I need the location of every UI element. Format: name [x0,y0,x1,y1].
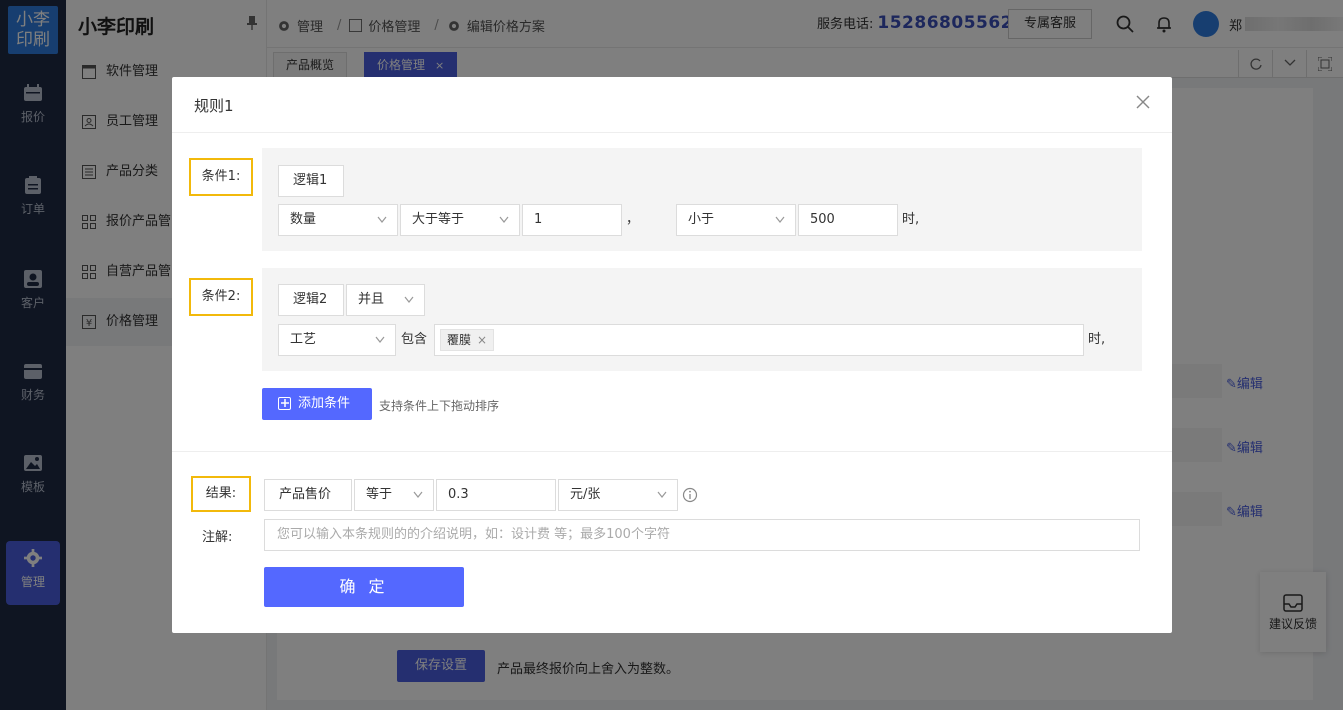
tag-label: 覆膜 [447,333,472,347]
select-value: 元/张 [570,487,601,502]
condition-2-panel: 逻辑2 并且 工艺 包含 覆膜 × 时, [262,268,1142,371]
dialog-header: 规则1 [172,77,1172,133]
logic-1-button[interactable]: 逻辑1 [278,165,344,197]
result-operator-select[interactable]: 等于 [354,479,434,511]
chevron-down-icon [404,296,414,303]
condition-suffix: 时, [1088,332,1106,347]
select-value: 数量 [290,212,317,227]
comma-separator: ， [626,212,640,227]
condition-2-tags-select[interactable]: 覆膜 × [434,324,1084,356]
condition-1-operator-select[interactable]: 大于等于 [400,204,520,236]
tag-close-icon[interactable]: × [477,333,487,347]
drag-sort-hint: 支持条件上下拖动排序 [379,399,500,413]
result-label: 结果: [191,476,251,512]
logic-join-select[interactable]: 并且 [346,284,425,316]
condition-1-panel: 逻辑1 数量 大于等于 1 ， 小于 500 时, [262,148,1142,251]
close-icon[interactable] [1136,95,1150,109]
rule-dialog: 规则1 条件1: 逻辑1 数量 大于等于 1 ， 小于 500 时, 条件2: … [172,77,1172,633]
tag-chip: 覆膜 × [440,329,495,351]
result-unit-select[interactable]: 元/张 [558,479,678,511]
confirm-button[interactable]: 确 定 [264,567,464,607]
section-divider [172,451,1172,452]
condition-suffix: 时, [902,212,920,227]
chevron-down-icon [377,216,387,223]
chevron-down-icon [775,216,785,223]
condition-1-label: 条件1: [189,158,253,196]
note-label: 注解: [202,530,233,545]
select-value: 等于 [366,487,393,502]
contains-label: 包含 [401,332,428,347]
result-value-input[interactable]: 0.3 [436,479,556,511]
select-value: 小于 [688,212,715,227]
select-value: 大于等于 [412,212,465,227]
result-target-field[interactable]: 产品售价 [264,479,352,511]
dialog-title: 规则1 [194,97,234,115]
chevron-down-icon [413,491,423,498]
add-condition-label: 添加条件 [298,396,351,411]
chevron-down-icon [657,491,667,498]
logic-2-button[interactable]: 逻辑2 [278,284,344,316]
select-value: 工艺 [290,332,317,347]
condition-1-max-input[interactable]: 500 [798,204,898,236]
chevron-down-icon [499,216,509,223]
condition-2-field-select[interactable]: 工艺 [278,324,396,356]
select-value: 并且 [358,292,385,307]
condition-2-label: 条件2: [189,278,253,316]
chevron-down-icon [375,336,385,343]
condition-1-field-select[interactable]: 数量 [278,204,398,236]
add-condition-button[interactable]: 添加条件 [262,388,372,420]
plus-square-icon [278,397,291,410]
info-icon[interactable] [682,487,698,503]
condition-1-min-input[interactable]: 1 [522,204,622,236]
note-input[interactable]: 您可以输入本条规则的的介绍说明，如：设计费 等；最多100个字符 [264,519,1140,551]
condition-1-operator2-select[interactable]: 小于 [676,204,796,236]
